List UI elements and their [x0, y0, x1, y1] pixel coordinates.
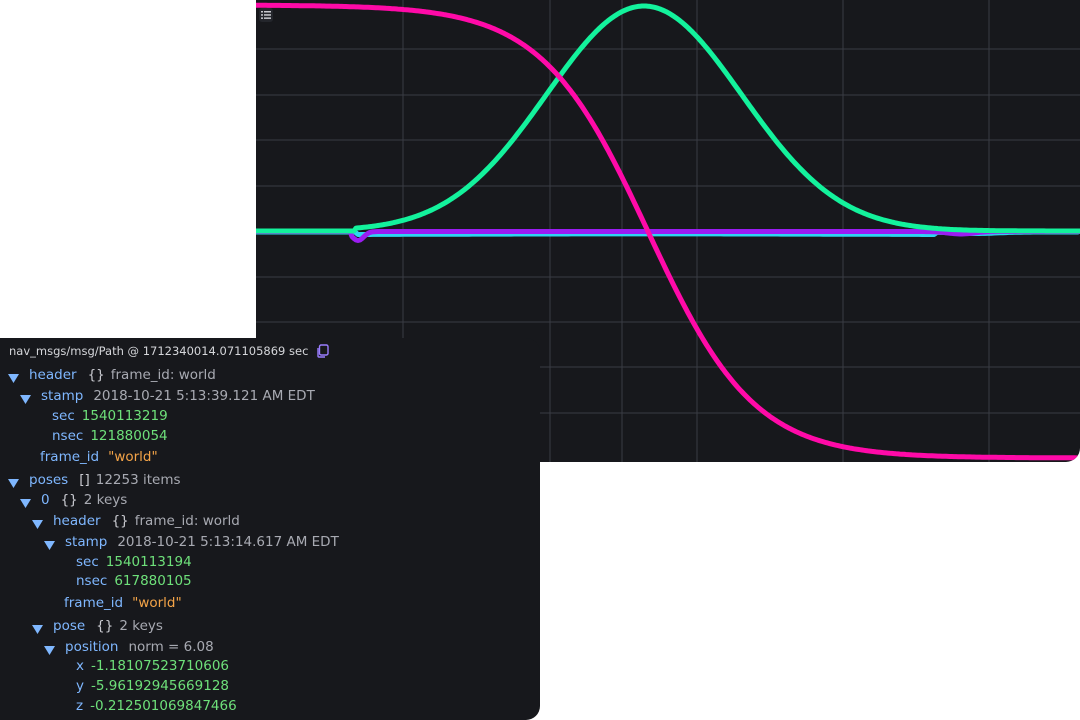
tree-key: sec [52, 408, 75, 424]
tree-key: frame_id [64, 595, 124, 611]
raw-message-panel: nav_msgs/msg/Path @ 1712340014.071105869… [0, 338, 540, 720]
tree-key: stamp [65, 534, 108, 550]
copy-icon[interactable] [316, 344, 330, 358]
tree-value: -0.212501069847466 [90, 698, 237, 714]
series-line-green [256, 3, 1080, 234]
chevron-down-icon[interactable] [8, 476, 19, 488]
chevron-down-icon[interactable] [20, 392, 31, 404]
tree-meta: 12253 items [95, 472, 181, 488]
chevron-down-icon[interactable] [44, 538, 55, 550]
tree-meta: 2018-10-21 5:13:39.121 AM EDT [93, 388, 315, 404]
tree-key: z [76, 698, 84, 714]
tree-key: header [53, 513, 101, 529]
tree-key: stamp [41, 388, 84, 404]
tree-row-pose-0[interactable]: 0 {} 2 keys [20, 490, 127, 510]
tree-value: 121880054 [90, 428, 168, 444]
chevron-down-icon[interactable] [32, 517, 43, 529]
tree-key: position [65, 639, 119, 655]
tree-key: x [76, 658, 84, 674]
tree-row-pose-nsec: nsec 617880105 [76, 571, 192, 591]
tree-row-pose-header[interactable]: header {} frame_id: world [32, 511, 240, 531]
tree-key: sec [76, 554, 99, 570]
tree-key: header [29, 367, 77, 383]
tree-key: pose [53, 618, 86, 634]
list-icon[interactable] [259, 8, 273, 22]
message-topic-header: nav_msgs/msg/Path @ 1712340014.071105869… [9, 343, 330, 359]
chevron-down-icon[interactable] [44, 643, 55, 655]
array-brace: [] [79, 472, 90, 488]
tree-meta: frame_id: world [110, 367, 216, 383]
tree-key: poses [29, 472, 69, 488]
object-brace: {} [60, 492, 78, 508]
chevron-down-icon[interactable] [32, 622, 43, 634]
tree-meta: 2018-10-21 5:13:14.617 AM EDT [117, 534, 339, 550]
tree-meta: frame_id: world [134, 513, 240, 529]
tree-row-position-z: z -0.212501069847466 [76, 696, 237, 716]
tree-row-stamp[interactable]: stamp 2018-10-21 5:13:39.121 AM EDT [20, 386, 315, 406]
tree-row-nsec: nsec 121880054 [52, 426, 168, 446]
tree-row-header[interactable]: header {} frame_id: world [8, 365, 216, 385]
tree-row-pose-stamp[interactable]: stamp 2018-10-21 5:13:14.617 AM EDT [44, 532, 339, 552]
tree-row-sec: sec 1540113219 [52, 406, 168, 426]
tree-value: 1540113194 [105, 554, 192, 570]
tree-row-position-y: y -5.96192945669128 [76, 676, 229, 696]
tree-row-position[interactable]: position norm = 6.08 [44, 637, 214, 657]
object-brace: {} [111, 513, 129, 529]
chevron-down-icon[interactable] [20, 496, 31, 508]
tree-value: -5.96192945669128 [91, 678, 229, 694]
tree-value: 1540113219 [81, 408, 168, 424]
tree-meta: 2 keys [83, 492, 128, 508]
tree-key: 0 [41, 492, 50, 508]
tree-row-frame-id: frame_id "world" [40, 447, 158, 467]
tree-value: "world" [132, 595, 182, 611]
object-brace: {} [87, 367, 105, 383]
tree-row-pose-sec: sec 1540113194 [76, 552, 192, 572]
chevron-down-icon[interactable] [8, 371, 19, 383]
message-topic-title: nav_msgs/msg/Path @ 1712340014.071105869… [9, 344, 309, 358]
tree-key: nsec [76, 573, 108, 589]
tree-row-pose-frame-id: frame_id "world" [64, 593, 182, 613]
tree-row-position-x: x -1.18107523710606 [76, 656, 229, 676]
tree-meta: 2 keys [119, 618, 163, 634]
tree-value: -1.18107523710606 [91, 658, 229, 674]
tree-value: "world" [108, 449, 158, 465]
tree-row-pose[interactable]: pose {} 2 keys [32, 616, 163, 636]
tree-key: y [76, 678, 84, 694]
tree-meta: norm = 6.08 [128, 639, 214, 655]
tree-key: nsec [52, 428, 84, 444]
tree-key: frame_id [40, 449, 100, 465]
tree-row-poses[interactable]: poses [] 12253 items [8, 470, 181, 490]
object-brace: {} [96, 618, 114, 634]
tree-value: 617880105 [114, 573, 192, 589]
